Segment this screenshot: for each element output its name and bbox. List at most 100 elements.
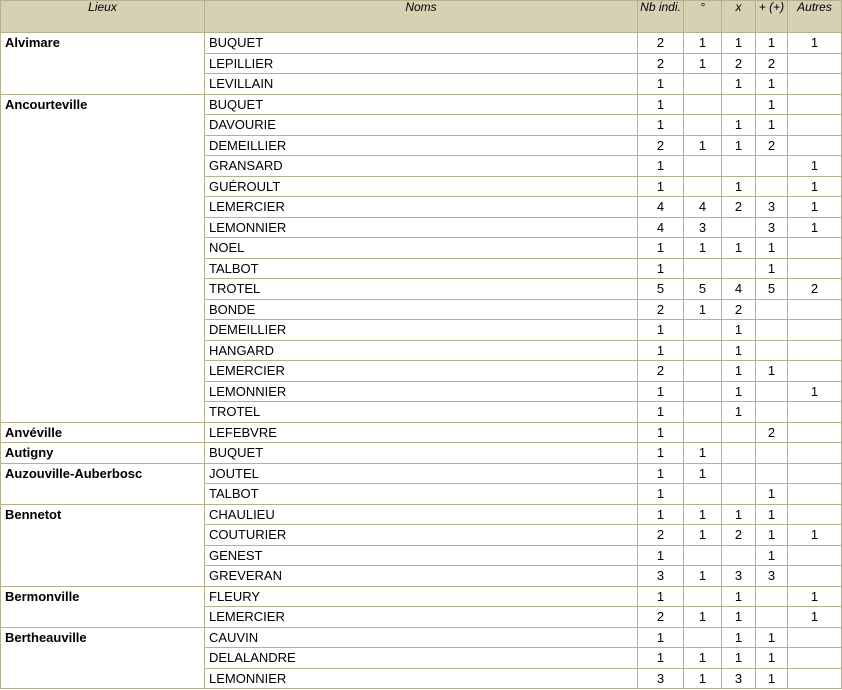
x-cell xyxy=(721,421,756,443)
x-cell: 1 xyxy=(721,503,756,525)
x-cell: 1 xyxy=(721,626,756,648)
plus-cell xyxy=(755,442,788,464)
table-row: Bertheauville CAUVIN 1 1 1 xyxy=(0,626,842,689)
degree-cell: 1 xyxy=(683,52,722,74)
plus-cell: 1 xyxy=(755,93,788,115)
name-cell: HANGARD xyxy=(204,339,638,361)
nb-indi-cell: 1 xyxy=(637,93,684,115)
autres-cell xyxy=(787,462,842,484)
degree-cell xyxy=(683,380,722,402)
plus-cell: 2 xyxy=(755,134,788,156)
x-cell: 2 xyxy=(721,196,756,218)
nb-indi-cell: 2 xyxy=(637,606,684,628)
plus-cell: 1 xyxy=(755,32,788,54)
degree-cell xyxy=(683,155,722,177)
nb-indi-cell: 1 xyxy=(637,585,684,607)
x-cell: 1 xyxy=(721,319,756,341)
x-cell: 1 xyxy=(721,401,756,423)
autres-cell: 1 xyxy=(787,175,842,197)
name-cell: TROTEL xyxy=(204,401,638,423)
nb-indi-cell: 1 xyxy=(637,483,684,505)
degree-cell: 1 xyxy=(683,237,722,259)
nb-indi-cell: 1 xyxy=(637,401,684,423)
autres-cell xyxy=(787,401,842,423)
plus-cell xyxy=(755,401,788,423)
plus-cell: 1 xyxy=(755,667,788,689)
name-cell: BUQUET xyxy=(204,442,638,464)
header-row: Lieux Noms Nb indi. ° x + (+) Autres xyxy=(0,0,842,33)
nb-indi-cell: 1 xyxy=(637,237,684,259)
name-cell: DAVOURIE xyxy=(204,114,638,136)
degree-cell: 1 xyxy=(683,647,722,669)
autres-cell: 1 xyxy=(787,524,842,546)
degree-cell xyxy=(683,626,722,648)
x-cell: 1 xyxy=(721,606,756,628)
autres-cell: 2 xyxy=(787,278,842,300)
degree-cell: 1 xyxy=(683,565,722,587)
x-cell xyxy=(721,257,756,279)
degree-cell: 5 xyxy=(683,278,722,300)
degree-cell xyxy=(683,421,722,443)
name-cell: GENEST xyxy=(204,544,638,566)
nb-indi-cell: 1 xyxy=(637,626,684,648)
name-cell: TROTEL xyxy=(204,278,638,300)
place-cell: Alvimare xyxy=(0,32,205,95)
table-row: Auzouville-Auberbosc JOUTEL 1 1 xyxy=(0,462,842,505)
degree-cell xyxy=(683,257,722,279)
degree-cell: 1 xyxy=(683,503,722,525)
x-cell: 1 xyxy=(721,380,756,402)
degree-cell: 1 xyxy=(683,298,722,320)
table-row: Ancourteville BUQUET 1 1 xyxy=(0,93,842,423)
name-cell: LEMONNIER xyxy=(204,667,638,689)
plus-cell: 1 xyxy=(755,73,788,95)
plus-cell: 1 xyxy=(755,626,788,648)
degree-cell: 1 xyxy=(683,32,722,54)
degree-cell xyxy=(683,319,722,341)
header-lieux: Lieux xyxy=(0,0,205,33)
header-degree: ° xyxy=(683,0,722,33)
plus-cell: 1 xyxy=(755,257,788,279)
plus-cell xyxy=(755,585,788,607)
name-cell: LEMERCIER xyxy=(204,360,638,382)
x-cell: 2 xyxy=(721,524,756,546)
plus-cell xyxy=(755,319,788,341)
plus-cell xyxy=(755,298,788,320)
plus-cell: 1 xyxy=(755,114,788,136)
autres-cell: 1 xyxy=(787,380,842,402)
header-noms: Noms xyxy=(204,0,638,33)
x-cell xyxy=(721,216,756,238)
x-cell: 3 xyxy=(721,667,756,689)
autres-cell xyxy=(787,339,842,361)
degree-cell: 4 xyxy=(683,196,722,218)
autres-cell xyxy=(787,360,842,382)
x-cell: 4 xyxy=(721,278,756,300)
name-cell: LEVILLAIN xyxy=(204,73,638,95)
place-cell: Anvéville xyxy=(0,421,205,443)
x-cell xyxy=(721,483,756,505)
name-cell: BUQUET xyxy=(204,32,638,54)
autres-cell xyxy=(787,298,842,320)
place-cell: Ancourteville xyxy=(0,93,205,423)
autres-cell: 1 xyxy=(787,585,842,607)
x-cell: 2 xyxy=(721,298,756,320)
table-body: Alvimare BUQUET 2 1 1 1 1 LEPILLIER 2 1 2 2 LEVILLAI… xyxy=(0,32,842,689)
x-cell: 1 xyxy=(721,73,756,95)
autres-cell xyxy=(787,442,842,464)
patronymes-table: Lieux Noms Nb indi. ° x + (+) Autres Alv… xyxy=(0,0,842,689)
degree-cell xyxy=(683,175,722,197)
x-cell: 1 xyxy=(721,237,756,259)
header-nb-indi: Nb indi. xyxy=(637,0,684,33)
nb-indi-cell: 1 xyxy=(637,462,684,484)
nb-indi-cell: 2 xyxy=(637,524,684,546)
plus-cell: 1 xyxy=(755,483,788,505)
nb-indi-cell: 1 xyxy=(637,339,684,361)
x-cell: 1 xyxy=(721,339,756,361)
nb-indi-cell: 2 xyxy=(637,32,684,54)
plus-cell: 5 xyxy=(755,278,788,300)
nb-indi-cell: 1 xyxy=(637,442,684,464)
nb-indi-cell: 1 xyxy=(637,155,684,177)
plus-cell xyxy=(755,339,788,361)
plus-cell: 1 xyxy=(755,524,788,546)
table-row: Bermonville FLEURY 1 1 1 xyxy=(0,585,842,628)
autres-cell xyxy=(787,667,842,689)
